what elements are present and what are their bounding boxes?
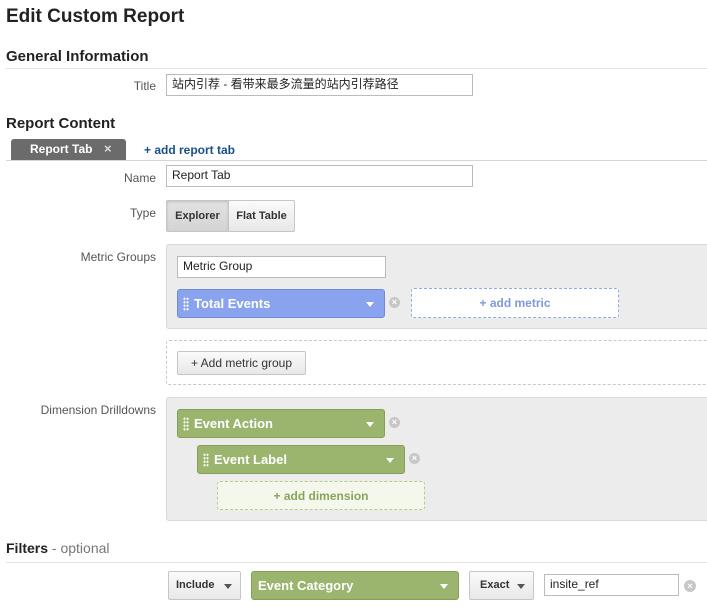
add-metric-group-button[interactable]: + Add metric group (177, 351, 306, 375)
drag-handle-icon[interactable] (183, 417, 189, 431)
match-type-select[interactable]: Exact (469, 571, 534, 600)
metric-groups-label: Metric Groups (80, 250, 156, 264)
filters-heading: Filters - optional (6, 540, 110, 556)
chevron-down-icon (386, 458, 394, 463)
name-input[interactable]: Report Tab (166, 165, 473, 187)
chevron-down-icon (366, 302, 374, 307)
report-content-heading: Report Content (6, 115, 116, 132)
filter-dimension-select[interactable]: Event Category (251, 571, 459, 600)
dimension-label: Event Label (214, 452, 287, 467)
add-metric-button[interactable]: + add metric (411, 288, 619, 318)
add-dimension-button[interactable]: + add dimension (217, 481, 425, 510)
tab-report-tab[interactable]: Report Tab × (11, 139, 126, 160)
type-flat-table-button[interactable]: Flat Table (229, 201, 294, 231)
divider (6, 68, 707, 69)
add-report-tab-link[interactable]: + add report tab (144, 143, 235, 157)
remove-metric-icon[interactable]: × (389, 297, 400, 308)
include-label: Include (176, 579, 215, 591)
page-title: Edit Custom Report (6, 6, 185, 27)
dimension-drilldowns-label: Dimension Drilldowns (40, 403, 156, 417)
match-type-label: Exact (480, 579, 510, 591)
chevron-down-icon (366, 422, 374, 427)
filter-value-input[interactable]: insite_ref (544, 574, 679, 596)
chevron-down-icon (517, 584, 525, 589)
filters-title: Filters (6, 540, 49, 556)
remove-dimension-icon[interactable]: × (389, 417, 400, 428)
type-explorer-button[interactable]: Explorer (167, 201, 229, 231)
filter-dimension-label: Event Category (258, 578, 354, 593)
remove-dimension-icon[interactable]: × (409, 453, 420, 464)
filters-optional: - optional (48, 540, 110, 556)
add-metric-label: + add metric (479, 296, 551, 310)
chevron-down-icon (440, 584, 448, 589)
chevron-down-icon (224, 584, 232, 589)
close-icon[interactable]: × (104, 141, 112, 156)
metric-total-events[interactable]: Total Events (177, 289, 385, 318)
drag-handle-icon[interactable] (203, 453, 209, 467)
divider (6, 562, 707, 563)
drag-handle-icon[interactable] (183, 297, 189, 311)
dimension-label: Event Action (194, 416, 273, 431)
dimension-event-action[interactable]: Event Action (177, 409, 385, 438)
title-input[interactable]: 站内引荐 - 看带来最多流量的站内引荐路径 (166, 74, 473, 96)
metric-label: Total Events (194, 296, 271, 311)
tab-divider (6, 160, 707, 161)
tab-label: Report Tab (30, 142, 93, 156)
metric-group-name-input[interactable]: Metric Group (177, 256, 386, 278)
type-label: Type (129, 206, 156, 220)
title-label: Title (133, 79, 156, 93)
type-toggle: Explorer Flat Table (166, 200, 295, 232)
remove-filter-icon[interactable]: × (684, 580, 696, 592)
name-label: Name (123, 171, 156, 185)
dimension-event-label[interactable]: Event Label (197, 445, 405, 474)
include-select[interactable]: Include (168, 571, 241, 600)
add-dimension-label: + add dimension (273, 489, 369, 503)
general-info-heading: General Information (6, 48, 149, 65)
